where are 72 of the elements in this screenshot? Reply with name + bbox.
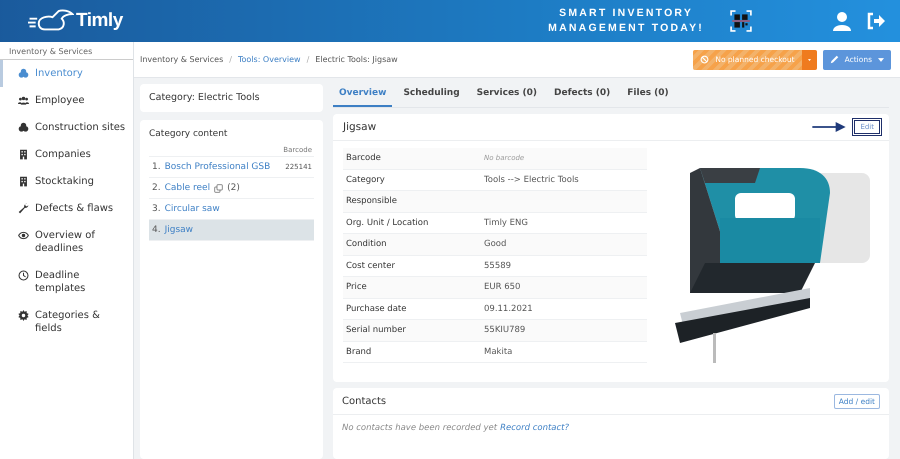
field-label: Serial number xyxy=(346,325,407,336)
category-title: Category: Electric Tools xyxy=(149,92,260,103)
user-icon[interactable] xyxy=(832,11,852,31)
item-number: 4. xyxy=(152,225,161,235)
item-number: 3. xyxy=(152,204,161,214)
breadcrumb-item: Inventory & Services xyxy=(140,55,224,64)
eye-icon xyxy=(18,230,29,241)
field-label: Price xyxy=(346,282,368,292)
breadcrumb-item: Electric Tools: Jigsaw xyxy=(315,55,398,64)
field-label: Brand xyxy=(346,346,372,357)
field-label: Purchase date xyxy=(346,304,408,314)
field-label: Condition xyxy=(346,239,388,250)
item-link[interactable]: Circular saw xyxy=(164,204,220,214)
item-link[interactable]: Cable reel xyxy=(164,183,210,193)
logo-text: Timly xyxy=(76,10,123,32)
copy-icon xyxy=(214,184,224,192)
field-value: Good xyxy=(484,239,506,250)
sidebar-item[interactable]: Construction sites xyxy=(0,114,133,141)
card-title: Category content xyxy=(149,129,228,139)
caret-icon xyxy=(808,58,811,62)
item-number: 1. xyxy=(152,162,161,172)
breadcrumb-link[interactable]: Tools: Overview xyxy=(238,55,301,64)
sidebar-item[interactable]: Stocktaking xyxy=(0,168,133,195)
tab[interactable]: Scheduling xyxy=(397,80,466,107)
field-value: 55KIU789 xyxy=(484,325,526,336)
field-label: Responsible xyxy=(346,196,398,206)
sidebar-item[interactable]: Employee xyxy=(0,87,133,114)
sidebar-item[interactable]: Deadline templates xyxy=(0,262,133,302)
item-count: (2) xyxy=(227,183,240,193)
field-label: Cost center xyxy=(346,260,396,271)
field-label: Category xyxy=(346,174,386,185)
field-label: Org. Unit / Location xyxy=(346,218,430,228)
item-number: 2. xyxy=(152,183,161,193)
breadcrumb-separator: / xyxy=(229,55,232,64)
field-value: EUR 650 xyxy=(484,282,520,292)
sidebar-item[interactable]: Companies xyxy=(0,141,133,168)
pencil-icon xyxy=(830,55,839,64)
item-link[interactable]: Bosch Professional GSB xyxy=(164,162,270,172)
building-icon xyxy=(18,149,29,160)
wrench-icon xyxy=(18,203,29,214)
ban-icon xyxy=(700,55,710,64)
logout-icon[interactable] xyxy=(866,11,886,31)
item-title: Jigsaw xyxy=(343,121,376,133)
slogan-text: MANAGEMENT TODAY! xyxy=(548,21,704,36)
card-title: Contacts xyxy=(342,396,386,406)
tab[interactable]: Defects (0) xyxy=(548,80,616,107)
gear-icon xyxy=(18,310,29,321)
field-value: 55589 xyxy=(484,260,512,271)
tab[interactable]: Overview xyxy=(333,80,392,107)
slogan-text: SMART INVENTORY xyxy=(558,6,694,21)
field-value: Tools --> Electric Tools xyxy=(484,174,579,185)
tab[interactable]: Services (0) xyxy=(470,80,544,107)
dropdown-toggle[interactable] xyxy=(802,50,817,70)
clock-icon xyxy=(18,270,29,281)
field-value: Timly ENG xyxy=(484,218,528,228)
field-label: Barcode xyxy=(346,153,382,164)
qr-code-icon xyxy=(730,10,752,32)
record-contact-link[interactable]: Record contact? xyxy=(500,423,570,433)
sidebar-item[interactable]: Defects & flaws xyxy=(0,195,133,222)
caret-icon xyxy=(878,58,884,62)
breadcrumb-separator: / xyxy=(306,55,310,64)
empty-message: No contacts have been recorded yet xyxy=(342,423,498,433)
tab[interactable]: Files (0) xyxy=(621,80,675,107)
users-icon xyxy=(18,95,29,106)
field-value: 09.11.2021 xyxy=(484,304,533,314)
sidebar-item[interactable]: Overview of deadlines xyxy=(0,222,133,262)
sidebar-title: Inventory & Services xyxy=(0,42,133,60)
list-item[interactable]: 2. Cable reel (2) xyxy=(149,178,314,199)
field-value: Makita xyxy=(484,346,512,357)
list-item[interactable]: 4. Jigsaw xyxy=(149,220,314,241)
sidebar-item[interactable]: Categories & fields xyxy=(0,302,133,342)
building-icon xyxy=(18,176,29,187)
